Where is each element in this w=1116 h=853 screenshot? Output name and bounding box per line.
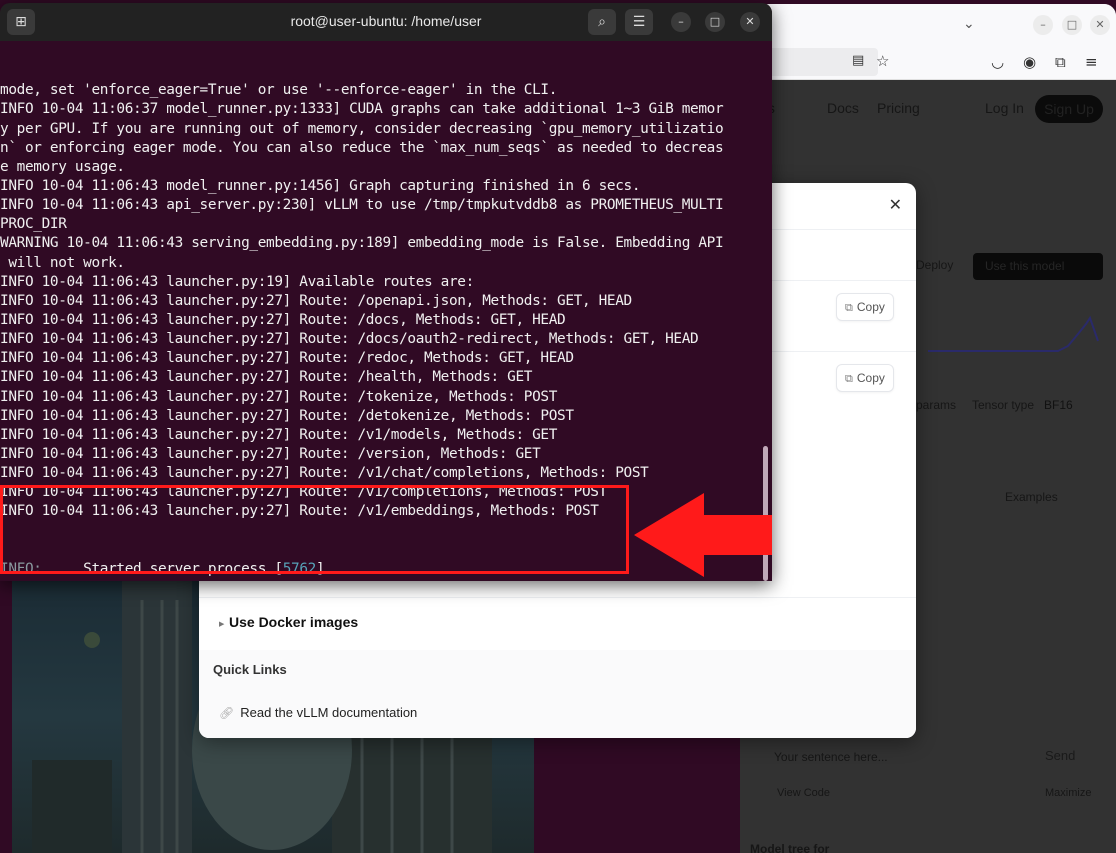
- log-line: INFO 10-04 11:06:43 launcher.py:27] Rout…: [0, 465, 649, 482]
- paperclip-icon: 🔗︎: [219, 706, 235, 720]
- log-line: INFO 10-04 11:06:43 launcher.py:27] Rout…: [0, 388, 558, 405]
- copy-button-2[interactable]: ⧉ Copy: [836, 364, 894, 392]
- vllm-docs-link-label: Read the vLLM documentation: [240, 705, 418, 720]
- copy-label: Copy: [856, 300, 885, 314]
- log-line: INFO 10-04 11:06:43 launcher.py:27] Rout…: [0, 426, 558, 443]
- terminal-header: ⊞ root@user-ubuntu: /home/user ⌕ ☰ – □ ✕: [0, 3, 772, 41]
- hamburger-menu-icon[interactable]: ☰: [625, 9, 653, 35]
- extensions-icon[interactable]: ⧉: [1055, 53, 1066, 71]
- app-menu-icon[interactable]: ≡: [1085, 53, 1098, 71]
- params-label: params: [916, 398, 957, 412]
- pocket-icon[interactable]: ◡: [991, 53, 1004, 71]
- log-message: Waiting for application startup.: [42, 580, 349, 581]
- log-line: INFO 10-04 11:06:43 launcher.py:27] Rout…: [0, 312, 566, 328]
- log-level-tag: INFO:: [0, 560, 42, 577]
- vllm-docs-link[interactable]: 🔗︎ Read the vLLM documentation: [219, 705, 417, 720]
- browser-maximize-button[interactable]: □: [1062, 15, 1082, 35]
- copy-button-1[interactable]: ⧉ Copy: [836, 293, 894, 321]
- log-message: Started server process [: [41, 560, 283, 577]
- reader-view-icon[interactable]: ▤: [852, 53, 864, 68]
- log-line: e memory usage.: [0, 158, 125, 175]
- downloads-sparkline: [928, 315, 1099, 352]
- browser-minimize-button[interactable]: –: [1033, 15, 1053, 35]
- bookmark-star-icon[interactable]: ☆: [876, 52, 889, 70]
- deploy-button[interactable]: Deploy: [916, 258, 953, 272]
- input-placeholder[interactable]: Your sentence here...: [774, 750, 888, 764]
- log-line: WARNING 10-04 11:06:43 serving_embedding…: [0, 235, 724, 252]
- sparkline-line: [928, 315, 1099, 352]
- close-icon[interactable]: ✕: [740, 12, 760, 32]
- log-line: mode, set 'enforce_eager=True' or use '-…: [0, 82, 558, 99]
- quick-links-section: Quick Links 🔗︎ Read the vLLM documentatio…: [199, 650, 916, 738]
- minimize-icon[interactable]: –: [671, 12, 691, 32]
- docker-images-label: Use Docker images: [229, 614, 359, 630]
- account-icon[interactable]: ◉: [1023, 53, 1036, 71]
- log-lines: mode, set 'enforce_eager=True' or use '-…: [0, 81, 762, 521]
- log-line: INFO 10-04 11:06:43 launcher.py:27] Rout…: [0, 331, 699, 348]
- docker-images-toggle[interactable]: ▶ Use Docker images: [199, 598, 916, 650]
- modal-close-icon[interactable]: ✕: [889, 195, 902, 214]
- log-line: will not work.: [0, 254, 125, 271]
- examples-dropdown[interactable]: Examples: [1005, 490, 1058, 504]
- nav-link-pricing[interactable]: Pricing: [877, 100, 920, 116]
- log-line: INFO 10-04 11:06:43 model_runner.py:1456…: [0, 178, 641, 195]
- view-code-link[interactable]: View Code: [777, 787, 830, 799]
- log-line: INFO 10-04 11:06:43 launcher.py:27] Rout…: [0, 407, 574, 424]
- log-line: INFO 10-04 11:06:43 launcher.py:27] Rout…: [0, 369, 533, 386]
- log-line: INFO 10-04 11:06:43 api_server.py:230] v…: [0, 197, 724, 214]
- tensor-type-value: BF16: [1044, 398, 1073, 412]
- search-icon[interactable]: ⌕: [588, 9, 616, 35]
- browser-close-button[interactable]: ✕: [1090, 15, 1110, 35]
- quick-links-title: Quick Links: [213, 662, 287, 677]
- log-line: INFO 10-04 11:06:43 launcher.py:19] Avai…: [0, 273, 474, 290]
- maximize-icon[interactable]: □: [705, 12, 725, 32]
- nav-link-docs[interactable]: Docs: [827, 100, 859, 116]
- log-message-suffix: ]: [315, 560, 325, 577]
- log-level-tag: INFO:: [0, 580, 42, 581]
- login-link[interactable]: Log In: [985, 100, 1024, 116]
- signup-button[interactable]: Sign Up: [1035, 95, 1103, 123]
- process-id: 5762: [282, 560, 317, 577]
- desktop: ⌄ – □ ✕ ▤ ☆ ◡ ◉ ⧉ ≡ …ts Docs Pricing Log…: [0, 0, 1116, 853]
- use-this-model-button[interactable]: Use this model: [973, 253, 1103, 280]
- copy-label: Copy: [856, 371, 885, 385]
- log-line: INFO 10-04 11:06:43 launcher.py:27] Rout…: [0, 292, 632, 309]
- terminal-window: ⊞ root@user-ubuntu: /home/user ⌕ ☰ – □ ✕…: [0, 3, 772, 581]
- copy-icon: ⧉: [845, 373, 853, 385]
- copy-icon: ⧉: [845, 302, 853, 314]
- log-line: INFO 10-04 11:06:37 model_runner.py:1333…: [0, 101, 724, 118]
- browser-navbar: ▤ ☆ ◡ ◉ ⧉ ≡: [740, 44, 1116, 80]
- annotation-arrow-icon: [634, 493, 772, 577]
- terminal-title: root@user-ubuntu: /home/user: [290, 13, 482, 29]
- uvicorn-log-line: INFO: Waiting for application startup.: [0, 579, 762, 581]
- tensor-type-label: Tensor type: [972, 398, 1035, 412]
- model-tree-heading: Model tree for: [750, 842, 830, 853]
- log-line: INFO 10-04 11:06:43 launcher.py:27] Rout…: [0, 445, 541, 462]
- log-line: PROC_DIR: [0, 216, 67, 233]
- log-line: n` or enforcing eager mode. You can also…: [0, 139, 724, 156]
- browser-titlebar: ⌄ – □ ✕: [740, 4, 1116, 44]
- tab-list-chevron-icon[interactable]: ⌄: [963, 16, 975, 32]
- arrow-shape: [634, 493, 772, 577]
- expand-triangle-icon: ▶: [219, 620, 225, 628]
- log-line: y per GPU. If you are running out of mem…: [0, 120, 724, 137]
- log-line: INFO 10-04 11:06:43 launcher.py:27] Rout…: [0, 350, 574, 367]
- maximize-link[interactable]: Maximize: [1045, 787, 1091, 799]
- send-button[interactable]: Send: [1045, 748, 1075, 763]
